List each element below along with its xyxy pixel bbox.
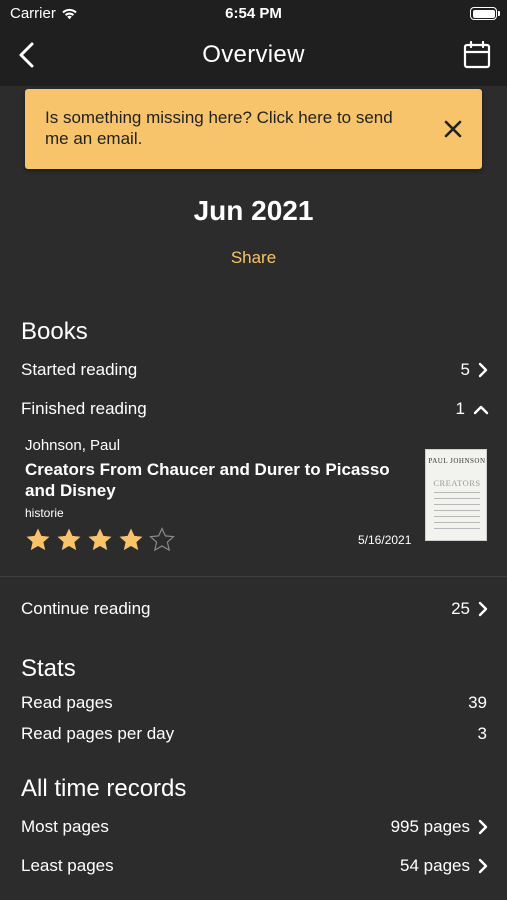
cover-author: PAUL JOHNSON [428, 457, 486, 465]
battery-icon [470, 7, 500, 20]
book-author: Johnson, Paul [25, 437, 121, 454]
book-title: Creators From Chaucer and Durer to Picas… [25, 460, 390, 500]
most-pages-label: Most pages [21, 817, 109, 836]
cover-text-line [434, 504, 480, 505]
cover-text-line [434, 528, 480, 529]
finished-reading-count: 1 [455, 399, 465, 418]
pages-per-day-label: Read pages per day [21, 724, 175, 743]
finished-reading-label: Finished reading [21, 399, 147, 418]
stats-section-title: Stats [21, 655, 76, 682]
chevron-right-icon [478, 601, 488, 617]
least-pages-label: Least pages [21, 856, 114, 875]
cover-text-line [434, 516, 480, 517]
star-filled-icon [26, 528, 50, 551]
month-title: Jun 2021 [193, 195, 314, 226]
book-rating [25, 527, 175, 552]
most-pages-value: 995 pages [390, 817, 470, 836]
banner-text[interactable]: Is something missing here? Click here to… [45, 107, 415, 149]
chevron-up-icon [473, 405, 489, 414]
star-filled-icon [88, 528, 112, 551]
read-pages-label: Read pages [21, 693, 113, 712]
chevron-right-icon [478, 362, 488, 378]
star-empty-icon [149, 527, 175, 552]
pages-per-day-row: Read pages per day 3 [21, 722, 489, 748]
chevron-right-icon [478, 858, 488, 874]
read-pages-value: 39 [468, 693, 487, 712]
book-cover: PAUL JOHNSON CREATORS [425, 449, 487, 541]
star-filled-icon [57, 528, 81, 551]
book-finished-date: 5/16/2021 [358, 533, 412, 547]
started-reading-label: Started reading [21, 360, 138, 379]
divider [0, 576, 507, 577]
finished-reading-value-group: 1 [456, 399, 489, 419]
finished-reading-row[interactable]: Finished reading 1 [21, 397, 489, 423]
cover-title: CREATORS [433, 478, 481, 488]
continue-reading-row[interactable]: Continue reading 25 [21, 597, 489, 623]
continue-reading-count: 25 [451, 599, 470, 618]
status-bar: Carrier 6:54 PM [0, 0, 507, 28]
calendar-icon[interactable] [463, 40, 491, 70]
cover-text-line [434, 492, 480, 493]
star-filled-icon [119, 528, 143, 551]
top-bar: Carrier 6:54 PM Overview [0, 0, 507, 86]
started-reading-row[interactable]: Started reading 5 [21, 358, 489, 384]
most-pages-row[interactable]: Most pages 995 pages [21, 815, 489, 841]
read-pages-row: Read pages 39 [21, 691, 489, 717]
least-pages-value-group: 54 pages [400, 856, 489, 876]
continue-reading-value-group: 25 [451, 599, 489, 619]
most-pages-value-group: 995 pages [391, 817, 489, 837]
least-pages-row[interactable]: Least pages 54 pages [21, 854, 489, 880]
close-icon[interactable] [442, 118, 464, 140]
chevron-right-icon [478, 819, 488, 835]
started-reading-value-group: 5 [461, 360, 489, 380]
started-reading-count: 5 [460, 360, 470, 379]
feedback-banner[interactable]: Is something missing here? Click here to… [25, 89, 482, 169]
clock: 6:54 PM [225, 5, 282, 22]
share-button[interactable]: Share [0, 248, 507, 268]
least-pages-value: 54 pages [400, 856, 470, 875]
cover-text-line [434, 498, 480, 499]
records-section-title: All time records [21, 775, 187, 802]
pages-per-day-value: 3 [477, 724, 487, 743]
continue-reading-label: Continue reading [21, 599, 151, 618]
page-title: Overview [202, 41, 305, 68]
cover-text-line [434, 510, 480, 511]
books-section-title: Books [21, 318, 88, 345]
cover-text-line [434, 522, 480, 523]
navigation-bar: Overview [0, 30, 507, 80]
book-genre: historie [25, 506, 64, 520]
finished-book-item[interactable]: Johnson, Paul Creators From Chaucer and … [25, 434, 488, 552]
